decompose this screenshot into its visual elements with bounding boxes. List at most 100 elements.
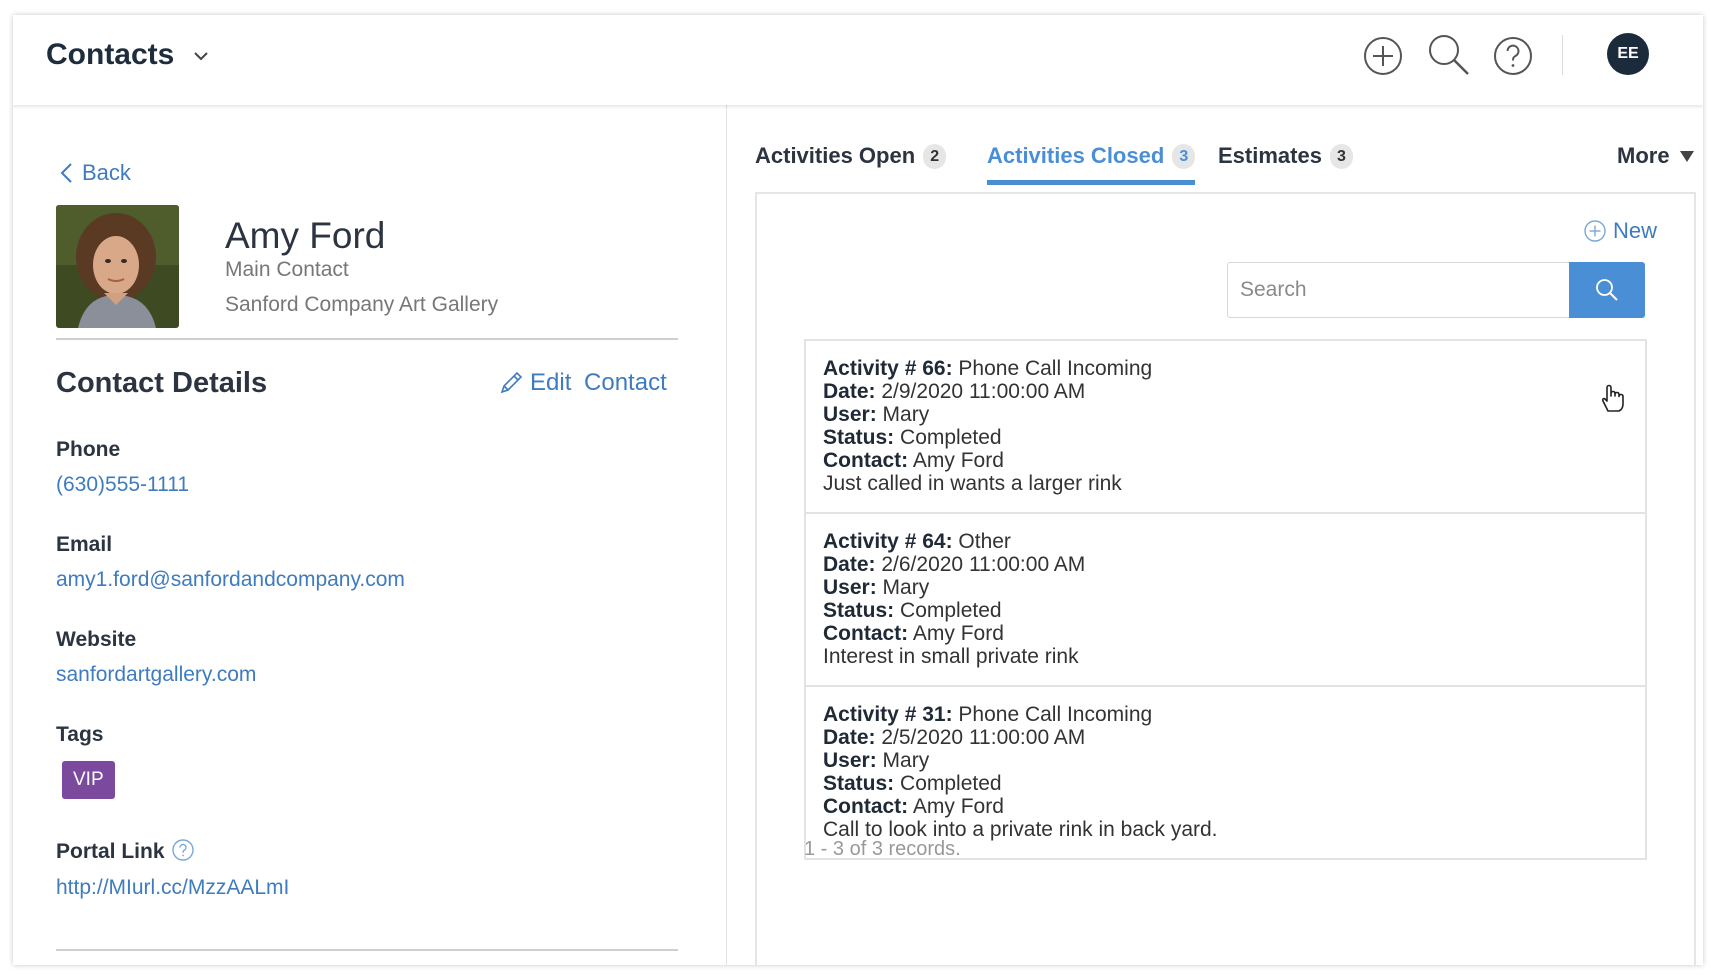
activity-contact-line: Contact: Amy Ford bbox=[823, 449, 1628, 472]
contact-label: Contact: bbox=[823, 795, 909, 818]
help-icon[interactable] bbox=[171, 838, 195, 862]
contact-label: Contact: bbox=[823, 449, 909, 472]
user-label: User: bbox=[823, 576, 877, 599]
user-avatar[interactable]: EE bbox=[1607, 33, 1649, 75]
contact-details-heading: Contact Details bbox=[56, 367, 268, 399]
activity-contact: Amy Ford bbox=[912, 622, 1004, 645]
help-icon[interactable] bbox=[1492, 35, 1534, 77]
activity-type: Phone Call Incoming bbox=[958, 357, 1153, 380]
activity-user: Mary bbox=[882, 403, 930, 426]
panel-divider bbox=[726, 105, 727, 965]
contact-label: Contact: bbox=[823, 622, 909, 645]
tab-activities-open[interactable]: Activities Open 2 bbox=[755, 143, 947, 185]
activity-item[interactable]: Activity # 31: Phone Call Incoming Date:… bbox=[806, 687, 1645, 858]
new-label: New bbox=[1613, 218, 1658, 243]
app-title[interactable]: Contacts bbox=[46, 38, 174, 72]
toolbar-divider bbox=[1562, 35, 1563, 75]
activity-contact: Amy Ford bbox=[912, 795, 1004, 818]
activities-panel: New Activity # 66: Phone Call Incoming D… bbox=[755, 192, 1696, 965]
activity-number: Activity # 66: bbox=[823, 357, 953, 380]
tab-label: Activities Open bbox=[755, 143, 916, 168]
activity-user: Mary bbox=[882, 576, 930, 599]
tags-label: Tags bbox=[56, 723, 104, 746]
activity-note: Interest in small private rink bbox=[823, 645, 1079, 668]
website-link[interactable]: sanfordartgallery.com bbox=[56, 663, 256, 687]
tab-label: Activities Closed bbox=[987, 143, 1165, 168]
search-icon bbox=[1596, 279, 1618, 301]
activity-type: Other bbox=[958, 530, 1011, 553]
search-input[interactable] bbox=[1227, 262, 1570, 318]
activity-date-line: Date: 2/5/2020 11:00:00 AM bbox=[823, 726, 1628, 749]
activity-date-line: Date: 2/6/2020 11:00:00 AM bbox=[823, 553, 1628, 576]
back-label: Back bbox=[82, 160, 131, 185]
activity-contact-line: Contact: Amy Ford bbox=[823, 622, 1628, 645]
search-button[interactable] bbox=[1569, 262, 1645, 318]
status-label: Status: bbox=[823, 772, 895, 795]
date-label: Date: bbox=[823, 380, 876, 403]
activity-list: Activity # 66: Phone Call Incoming Date:… bbox=[804, 339, 1647, 860]
activity-type: Phone Call Incoming bbox=[958, 703, 1153, 726]
app-window: Contacts EE Back Amy Ford Main Contact S… bbox=[13, 15, 1703, 965]
contact-role: Main Contact bbox=[225, 258, 349, 281]
activity-number: Activity # 31: bbox=[823, 703, 953, 726]
edit-contact-label: Edit Contact bbox=[530, 369, 667, 396]
portal-link[interactable]: http://MIurl.cc/MzzAALmI bbox=[56, 876, 289, 900]
activity-status: Completed bbox=[900, 772, 1002, 795]
contact-name: Amy Ford bbox=[225, 215, 386, 256]
contact-panel: Back Amy Ford Main Contact Sanford Compa… bbox=[13, 105, 726, 965]
activity-date: 2/9/2020 11:00:00 AM bbox=[881, 380, 1086, 403]
activity-date: 2/6/2020 11:00:00 AM bbox=[881, 553, 1086, 576]
chevron-down-icon[interactable] bbox=[190, 45, 212, 67]
new-activity-button[interactable]: New bbox=[1583, 218, 1657, 244]
status-label: Status: bbox=[823, 426, 895, 449]
email-link[interactable]: amy1.ford@sanfordandcompany.com bbox=[56, 568, 405, 592]
hand-pointer-icon bbox=[1601, 384, 1624, 412]
activity-title-line: Activity # 64: Other bbox=[823, 530, 1628, 553]
status-label: Status: bbox=[823, 599, 895, 622]
activity-contact: Amy Ford bbox=[912, 449, 1004, 472]
tab-count-badge: 3 bbox=[1172, 144, 1196, 169]
activity-date-line: Date: 2/9/2020 11:00:00 AM bbox=[823, 380, 1628, 403]
activity-user-line: User: Mary bbox=[823, 403, 1628, 426]
edit-contact-button[interactable]: Edit Contact bbox=[498, 369, 667, 397]
phone-link[interactable]: (630)555-1111 bbox=[56, 473, 189, 497]
activity-user-line: User: Mary bbox=[823, 749, 1628, 772]
activity-item[interactable]: Activity # 66: Phone Call Incoming Date:… bbox=[806, 341, 1645, 514]
phone-label: Phone bbox=[56, 438, 121, 461]
tab-activities-closed[interactable]: Activities Closed 3 bbox=[987, 143, 1196, 185]
email-label: Email bbox=[56, 533, 113, 556]
portal-link-label: Portal Link bbox=[56, 840, 165, 863]
top-bar: Contacts EE bbox=[13, 15, 1703, 105]
activity-status-line: Status: Completed bbox=[823, 772, 1628, 795]
tab-label: More bbox=[1617, 143, 1670, 168]
date-label: Date: bbox=[823, 553, 876, 576]
search-icon[interactable] bbox=[1426, 32, 1472, 78]
user-label: User: bbox=[823, 749, 877, 772]
add-icon[interactable] bbox=[1362, 35, 1404, 77]
activity-title-line: Activity # 31: Phone Call Incoming bbox=[823, 703, 1628, 726]
activity-user-line: User: Mary bbox=[823, 576, 1628, 599]
activity-status: Completed bbox=[900, 599, 1002, 622]
user-label: User: bbox=[823, 403, 877, 426]
activity-note: Just called in wants a larger rink bbox=[823, 472, 1122, 495]
tab-more[interactable]: More bbox=[1617, 143, 1694, 185]
activity-contact-line: Contact: Amy Ford bbox=[823, 795, 1628, 818]
tab-bar: Activities Open 2 Activities Closed 3 Es… bbox=[755, 125, 1695, 185]
activity-user: Mary bbox=[882, 749, 930, 772]
divider bbox=[56, 338, 678, 340]
tag-vip[interactable]: VIP bbox=[62, 761, 115, 799]
caret-down-icon bbox=[1679, 151, 1694, 162]
tab-estimates[interactable]: Estimates 3 bbox=[1218, 143, 1353, 185]
back-link[interactable]: Back bbox=[58, 159, 131, 187]
tab-count-badge: 2 bbox=[923, 144, 947, 169]
activity-item[interactable]: Activity # 64: Other Date: 2/6/2020 11:0… bbox=[806, 514, 1645, 687]
tab-label: Estimates bbox=[1218, 143, 1322, 168]
activity-title-line: Activity # 66: Phone Call Incoming bbox=[823, 357, 1628, 380]
chevron-left-icon bbox=[60, 163, 72, 183]
activity-status-line: Status: Completed bbox=[823, 599, 1628, 622]
add-circle-icon bbox=[1584, 220, 1606, 242]
tab-count-badge: 3 bbox=[1329, 144, 1353, 169]
divider bbox=[56, 949, 678, 951]
pencil-icon bbox=[500, 371, 523, 394]
contact-company: Sanford Company Art Gallery bbox=[225, 293, 499, 316]
